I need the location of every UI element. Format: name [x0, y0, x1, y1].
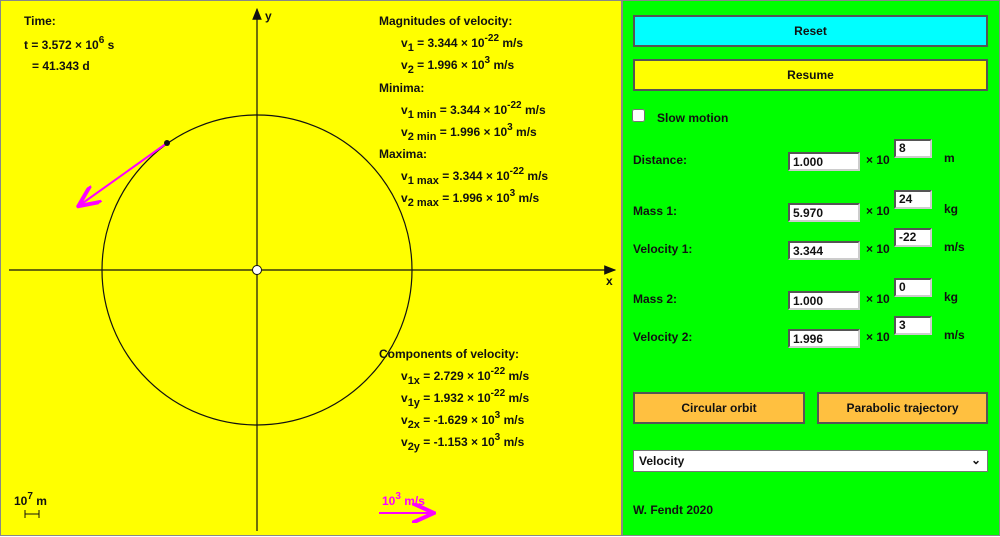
velocity-2-unit: m/s — [944, 328, 965, 342]
time-days: = 41.343 d — [32, 59, 90, 73]
velocity-1-exponent-input[interactable]: -22 — [894, 228, 932, 247]
distance-label: Distance: — [633, 153, 688, 167]
distance-exponent-input[interactable]: 8 — [894, 139, 932, 158]
maxima-title: Maxima: — [379, 147, 428, 161]
times-ten: × 10 — [866, 204, 890, 218]
parabolic-trajectory-button[interactable]: Parabolic trajectory — [817, 392, 988, 424]
chevron-down-icon: ⌄ — [970, 453, 981, 467]
time-seconds: t = 3.572 × 106 s — [24, 35, 115, 53]
velocity-v1max: v1 max = 3.344 × 10-22 m/s — [401, 166, 549, 187]
mass-2-mantissa-input[interactable]: 1.000 — [788, 291, 860, 310]
control-panel: Reset Resume Slow motion Distance: 1.000… — [622, 0, 1000, 536]
velocity-2-exponent-input[interactable]: 3 — [894, 316, 932, 335]
simulation-canvas: y x Time: t = 3.572 × 106 s = 41.343 d M… — [0, 0, 622, 536]
velocity-1-mantissa-input[interactable]: 3.344 — [788, 241, 860, 260]
mass-1-label: Mass 1: — [633, 204, 678, 218]
mass-1-mantissa-input[interactable]: 5.970 — [788, 203, 860, 222]
y-axis-label: y — [265, 9, 272, 23]
velocity-v2max: v2 max = 1.996 × 103 m/s — [401, 188, 540, 209]
mass-1-exponent-input[interactable]: 24 — [894, 190, 932, 209]
orbit-drawing — [9, 7, 617, 531]
velocity-v2: v2 = 1.996 × 103 m/s — [401, 55, 515, 76]
times-ten: × 10 — [866, 242, 890, 256]
velocity-v1x: v1x = 2.729 × 10-22 m/s — [401, 366, 530, 387]
slow-motion-checkbox[interactable] — [632, 109, 645, 122]
velocity-scale-label: 103 m/s — [382, 491, 425, 509]
magnitudes-title: Magnitudes of velocity: — [379, 14, 513, 28]
velocity-v2y: v2y = -1.153 × 103 m/s — [401, 432, 525, 453]
length-scale-bar — [24, 510, 40, 518]
mass-2-unit: kg — [944, 290, 959, 304]
mass-2-exponent-input[interactable]: 0 — [894, 278, 932, 297]
time-label: Time: — [24, 14, 56, 28]
velocity-1-label: Velocity 1: — [633, 242, 693, 256]
velocity-v1: v1 = 3.344 × 10-22 m/s — [401, 33, 524, 54]
velocity-v2min: v2 min = 1.996 × 103 m/s — [401, 122, 537, 143]
velocity-v2x: v2x = -1.629 × 103 m/s — [401, 410, 525, 431]
body-1 — [252, 265, 262, 275]
slow-motion-label: Slow motion — [657, 111, 729, 125]
components-title: Components of velocity: — [379, 347, 520, 361]
credit: W. Fendt 2020 — [633, 503, 714, 517]
times-ten: × 10 — [866, 330, 890, 344]
velocity-1-unit: m/s — [944, 240, 965, 254]
velocity-arrow — [80, 142, 168, 205]
x-axis-label: x — [606, 274, 613, 288]
velocity-v1y: v1y = 1.932 × 10-22 m/s — [401, 388, 530, 409]
distance-unit: m — [944, 151, 955, 165]
mass-2-label: Mass 2: — [633, 292, 678, 306]
display-select[interactable]: Velocity ⌄ — [633, 450, 988, 472]
mass-1-unit: kg — [944, 202, 959, 216]
distance-mantissa-input[interactable]: 1.000 — [788, 152, 860, 171]
circular-orbit-button[interactable]: Circular orbit — [633, 392, 805, 424]
velocity-2-mantissa-input[interactable]: 1.996 — [788, 329, 860, 348]
length-scale-label: 107 m — [14, 491, 47, 509]
times-ten: × 10 — [866, 292, 890, 306]
minima-title: Minima: — [379, 81, 425, 95]
velocity-2-label: Velocity 2: — [633, 330, 693, 344]
display-select-value: Velocity — [639, 454, 685, 468]
resume-button[interactable]: Resume — [633, 59, 988, 91]
velocity-v1min: v1 min = 3.344 × 10-22 m/s — [401, 100, 546, 121]
body-2 — [164, 140, 170, 146]
reset-button[interactable]: Reset — [633, 15, 988, 47]
times-ten: × 10 — [866, 153, 890, 167]
